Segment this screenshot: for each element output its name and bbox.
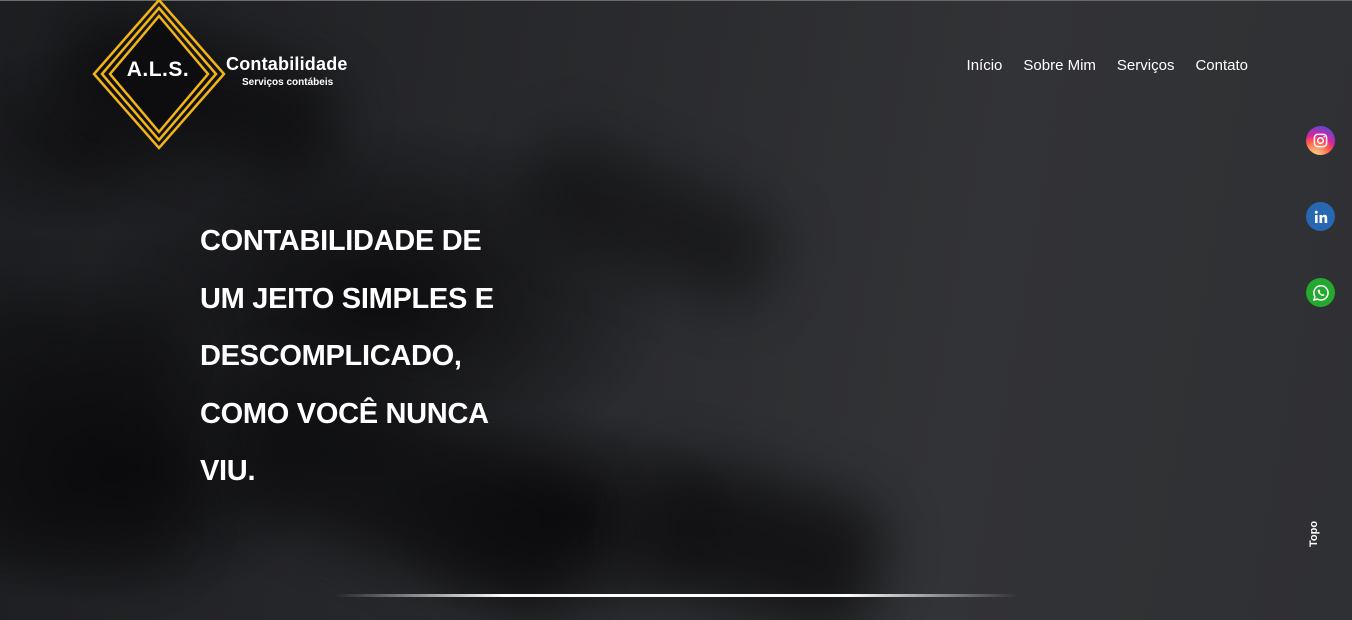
linkedin-button[interactable] [1306,202,1335,231]
headline-line: VIU. [200,455,256,487]
brand-mark: A.L.S. [126,58,190,81]
nav-item-servicos[interactable]: Serviços [1117,57,1175,74]
linkedin-icon [1314,210,1327,223]
instagram-icon [1313,133,1328,148]
instagram-button[interactable] [1306,126,1335,155]
nav-item-sobre-mim[interactable]: Sobre Mim [1023,57,1096,74]
hero-headline: CONTABILIDADE DE UM JEITO SIMPLES E DESC… [200,213,540,501]
brand-logo[interactable]: A.L.S. Contabilidade Serviços contábeis [92,0,392,150]
back-to-top-link[interactable]: Topo [1308,514,1328,554]
brand-tagline: Serviços contábeis [242,77,334,88]
headline-line: UM JEITO SIMPLES E [200,282,494,315]
whatsapp-button[interactable] [1306,278,1335,307]
headline-line: COMO VOCÊ NUNCA [200,397,489,430]
nav-item-inicio[interactable]: Início [967,57,1003,74]
hero-divider [335,594,1017,597]
main-nav: Início Sobre Mim Serviços Contato [967,57,1248,74]
headline-line: CONTABILIDADE DE [200,225,482,257]
brand-name: Contabilidade [226,54,348,74]
nav-item-contato[interactable]: Contato [1195,57,1248,74]
whatsapp-icon [1312,284,1329,301]
headline-line: DESCOMPLICADO, [200,340,462,372]
